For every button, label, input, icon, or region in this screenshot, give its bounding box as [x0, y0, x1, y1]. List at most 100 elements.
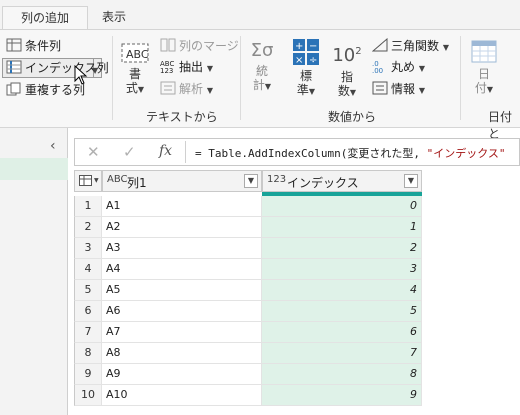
extract-icon: ABC 123: [160, 60, 175, 75]
number-type-icon[interactable]: 123: [267, 174, 286, 185]
row-number[interactable]: 3: [74, 238, 102, 259]
row-number[interactable]: 2: [74, 217, 102, 238]
chevron-down-icon: ▼: [308, 87, 316, 96]
statistics-button[interactable]: Σσ 統 計▼: [246, 38, 278, 94]
duplicate-column-label: 重複する列: [25, 83, 86, 97]
cancel-formula-icon[interactable]: ✕: [87, 143, 100, 161]
formula-divider: [185, 141, 186, 163]
row-number[interactable]: 6: [74, 301, 102, 322]
chevron-down-icon: ▼: [349, 88, 357, 97]
tab-view[interactable]: 表示: [92, 6, 136, 30]
rounding-button[interactable]: .0.00 丸め ▼: [372, 59, 425, 77]
cell-col1[interactable]: A2: [102, 217, 262, 238]
tab-add-column[interactable]: 列の追加: [2, 6, 88, 30]
cell-index[interactable]: 8: [262, 364, 422, 385]
exponent-sup: 2: [355, 46, 362, 57]
cell-col1[interactable]: A8: [102, 343, 262, 364]
cell-index[interactable]: 4: [262, 280, 422, 301]
chevron-down-icon: ▼: [442, 43, 449, 52]
index-column-menu-arrow[interactable]: ▼: [92, 61, 98, 79]
table-row: 6 A6 5: [74, 301, 422, 322]
triangle-icon: [372, 38, 388, 52]
standard-label-2: 準: [296, 83, 309, 97]
chevron-down-icon: ▼: [92, 66, 99, 75]
cell-col1[interactable]: A5: [102, 280, 262, 301]
cell-col1[interactable]: A3: [102, 238, 262, 259]
row-number[interactable]: 8: [74, 343, 102, 364]
merge-columns-icon: [160, 38, 176, 52]
cell-index[interactable]: 7: [262, 343, 422, 364]
cell-index[interactable]: 2: [262, 238, 422, 259]
ribbon-separator: [460, 36, 461, 120]
table-menu-button[interactable]: ▼: [74, 170, 102, 192]
date-label: 日: [477, 67, 490, 81]
format-label-2: 式: [125, 81, 138, 95]
standard-button[interactable]: + − × ÷ 標 準▼: [288, 38, 324, 99]
ribbon-separator: [112, 36, 113, 120]
column-filter-button[interactable]: ▼: [404, 174, 418, 188]
cell-index[interactable]: 1: [262, 217, 422, 238]
cell-col1[interactable]: A10: [102, 385, 262, 406]
information-button[interactable]: 情報 ▼: [372, 81, 425, 99]
merge-columns-button[interactable]: 列のマージ: [160, 38, 239, 54]
table-row: 1 A1 0: [74, 196, 422, 217]
extract-label: 抽出: [179, 60, 204, 74]
cell-col1[interactable]: A7: [102, 322, 262, 343]
formula-string-arg: "インデックス": [426, 147, 506, 160]
table-row: 2 A2 1: [74, 217, 422, 238]
column-header-index[interactable]: 123 インデックス ▼: [262, 170, 422, 192]
formula-input[interactable]: = Table.AddIndexColumn(変更された型, "インデックス": [195, 145, 506, 161]
cell-col1[interactable]: A6: [102, 301, 262, 322]
table-row: 10 A10 9: [74, 385, 422, 406]
statistics-label-2: 計: [252, 78, 265, 92]
row-number[interactable]: 5: [74, 280, 102, 301]
cell-index[interactable]: 5: [262, 301, 422, 322]
extract-button[interactable]: ABC 123 抽出 ▼: [160, 59, 213, 77]
chevron-down-icon: ▼: [137, 85, 145, 94]
row-number[interactable]: 1: [74, 196, 102, 217]
standard-label: 標: [299, 69, 312, 83]
svg-text:−: −: [309, 41, 317, 52]
conditional-column-button[interactable]: 条件列: [6, 38, 61, 54]
row-number[interactable]: 10: [74, 385, 102, 406]
chevron-down-icon: ▼: [418, 64, 425, 73]
text-type-icon[interactable]: ABC: [107, 174, 128, 185]
parse-button[interactable]: 解析 ▼: [160, 81, 213, 99]
trigonometry-label: 三角関数: [391, 39, 440, 53]
scientific-button[interactable]: 102 指 数▼: [330, 38, 364, 100]
conditional-column-icon: [6, 38, 22, 52]
cell-col1[interactable]: A1: [102, 196, 262, 217]
rounding-label: 丸め: [391, 60, 416, 74]
fx-icon[interactable]: fx: [159, 143, 172, 159]
queries-pane: ‹: [0, 128, 68, 415]
column-filter-button[interactable]: ▼: [244, 174, 258, 188]
cell-col1[interactable]: A9: [102, 364, 262, 385]
chevron-down-icon: ▼: [94, 177, 99, 184]
cell-index[interactable]: 0: [262, 196, 422, 217]
text-group-label: テキストから: [146, 110, 218, 124]
cell-index[interactable]: 3: [262, 259, 422, 280]
format-label: 書: [128, 67, 141, 81]
cell-col1[interactable]: A4: [102, 259, 262, 280]
selected-query-item[interactable]: [0, 158, 68, 180]
chevron-down-icon: ▼: [206, 86, 213, 95]
column-header-col1[interactable]: ABC 列1 ▼: [102, 170, 262, 192]
format-button[interactable]: ABC 書 式▼: [118, 40, 152, 97]
collapse-pane-chevron-icon[interactable]: ‹: [50, 138, 56, 154]
trigonometry-button[interactable]: 三角関数 ▼: [372, 38, 449, 56]
confirm-formula-icon[interactable]: ✓: [123, 143, 136, 161]
cell-index[interactable]: 9: [262, 385, 422, 406]
parse-icon: [160, 81, 176, 95]
row-number[interactable]: 7: [74, 322, 102, 343]
svg-text:+: +: [295, 41, 303, 52]
merge-columns-label: 列のマージ: [179, 39, 239, 53]
date-button[interactable]: 日 付▼: [466, 38, 502, 97]
row-number[interactable]: 9: [74, 364, 102, 385]
sigma-icon: Σσ: [250, 40, 274, 61]
row-number[interactable]: 4: [74, 259, 102, 280]
statistics-label: 統: [255, 64, 268, 78]
column-name: インデックス: [287, 176, 359, 190]
chevron-down-icon: ▼: [418, 86, 425, 95]
table-row: 8 A8 7: [74, 343, 422, 364]
cell-index[interactable]: 6: [262, 322, 422, 343]
